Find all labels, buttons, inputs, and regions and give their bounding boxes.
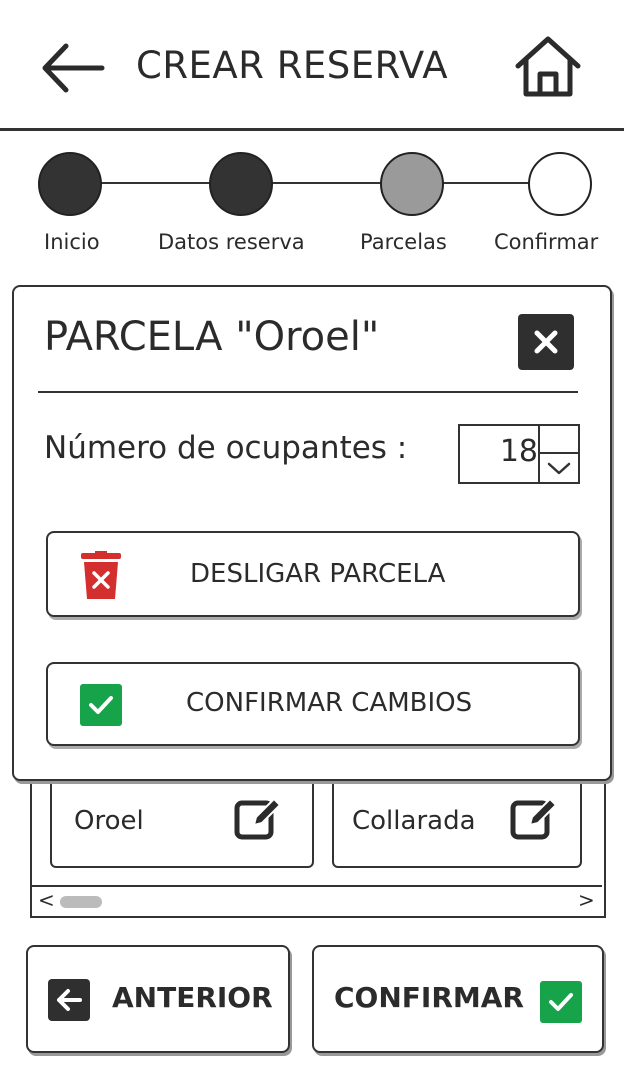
unlink-parcel-label: DESLIGAR PARCELA: [190, 559, 446, 589]
chevron-down-icon: [547, 462, 571, 475]
horizontal-scrollbar[interactable]: [32, 885, 602, 917]
stepper-buttons: [538, 426, 578, 482]
occupants-stepper[interactable]: 18: [458, 424, 580, 484]
stepper-down-button[interactable]: [540, 454, 578, 482]
previous-button[interactable]: ANTERIOR: [26, 945, 290, 1053]
step-dot-confirmar[interactable]: [528, 152, 592, 216]
modal-divider: [38, 391, 578, 393]
edit-icon[interactable]: [234, 794, 284, 844]
stepper-up-button[interactable]: [540, 426, 578, 454]
trash-icon: [81, 551, 121, 599]
check-icon: [540, 981, 582, 1023]
parcel-card-oroel[interactable]: Oroel: [50, 770, 314, 868]
step-dot-inicio[interactable]: [38, 152, 102, 216]
arrow-left-icon: [42, 43, 105, 93]
confirm-changes-label: CONFIRMAR CAMBIOS: [186, 688, 473, 718]
page-title: CREAR RESERVA: [136, 44, 449, 87]
parcel-card-label: Oroel: [74, 806, 144, 836]
step-dot-parcelas[interactable]: [380, 152, 444, 216]
previous-label: ANTERIOR: [112, 981, 273, 1014]
confirm-changes-button[interactable]: CONFIRMAR CAMBIOS: [46, 662, 580, 746]
confirm-label: CONFIRMAR: [334, 981, 524, 1014]
home-icon: [515, 36, 581, 97]
scroll-left-arrow[interactable]: <: [38, 888, 55, 912]
step-label-confirmar: Confirmar: [494, 230, 599, 254]
scrollbar-thumb[interactable]: [60, 896, 102, 908]
modal-title: PARCELA "Oroel": [44, 314, 380, 360]
header-divider: [0, 128, 624, 131]
close-icon: [534, 330, 558, 354]
step-label-inicio: Inicio: [44, 230, 100, 254]
parcel-card-collarada[interactable]: Collarada: [332, 770, 582, 868]
close-button[interactable]: [518, 314, 574, 370]
back-button[interactable]: [40, 40, 106, 96]
home-button[interactable]: [512, 34, 584, 100]
arrow-left-icon: [48, 979, 90, 1021]
confirm-button[interactable]: CONFIRMAR: [312, 945, 604, 1053]
step-label-parcelas: Parcelas: [360, 230, 447, 254]
unlink-parcel-button[interactable]: DESLIGAR PARCELA: [46, 531, 580, 617]
occupants-label: Número de ocupantes :: [44, 430, 408, 466]
occupants-value[interactable]: 18: [460, 434, 538, 469]
step-label-datos-reserva: Datos reserva: [158, 230, 305, 254]
check-icon: [80, 684, 122, 726]
step-dot-datos-reserva[interactable]: [209, 152, 273, 216]
scroll-right-arrow[interactable]: >: [578, 888, 595, 912]
stepper-track: [80, 182, 540, 184]
edit-icon[interactable]: [510, 794, 560, 844]
parcel-card-label: Collarada: [352, 806, 476, 836]
